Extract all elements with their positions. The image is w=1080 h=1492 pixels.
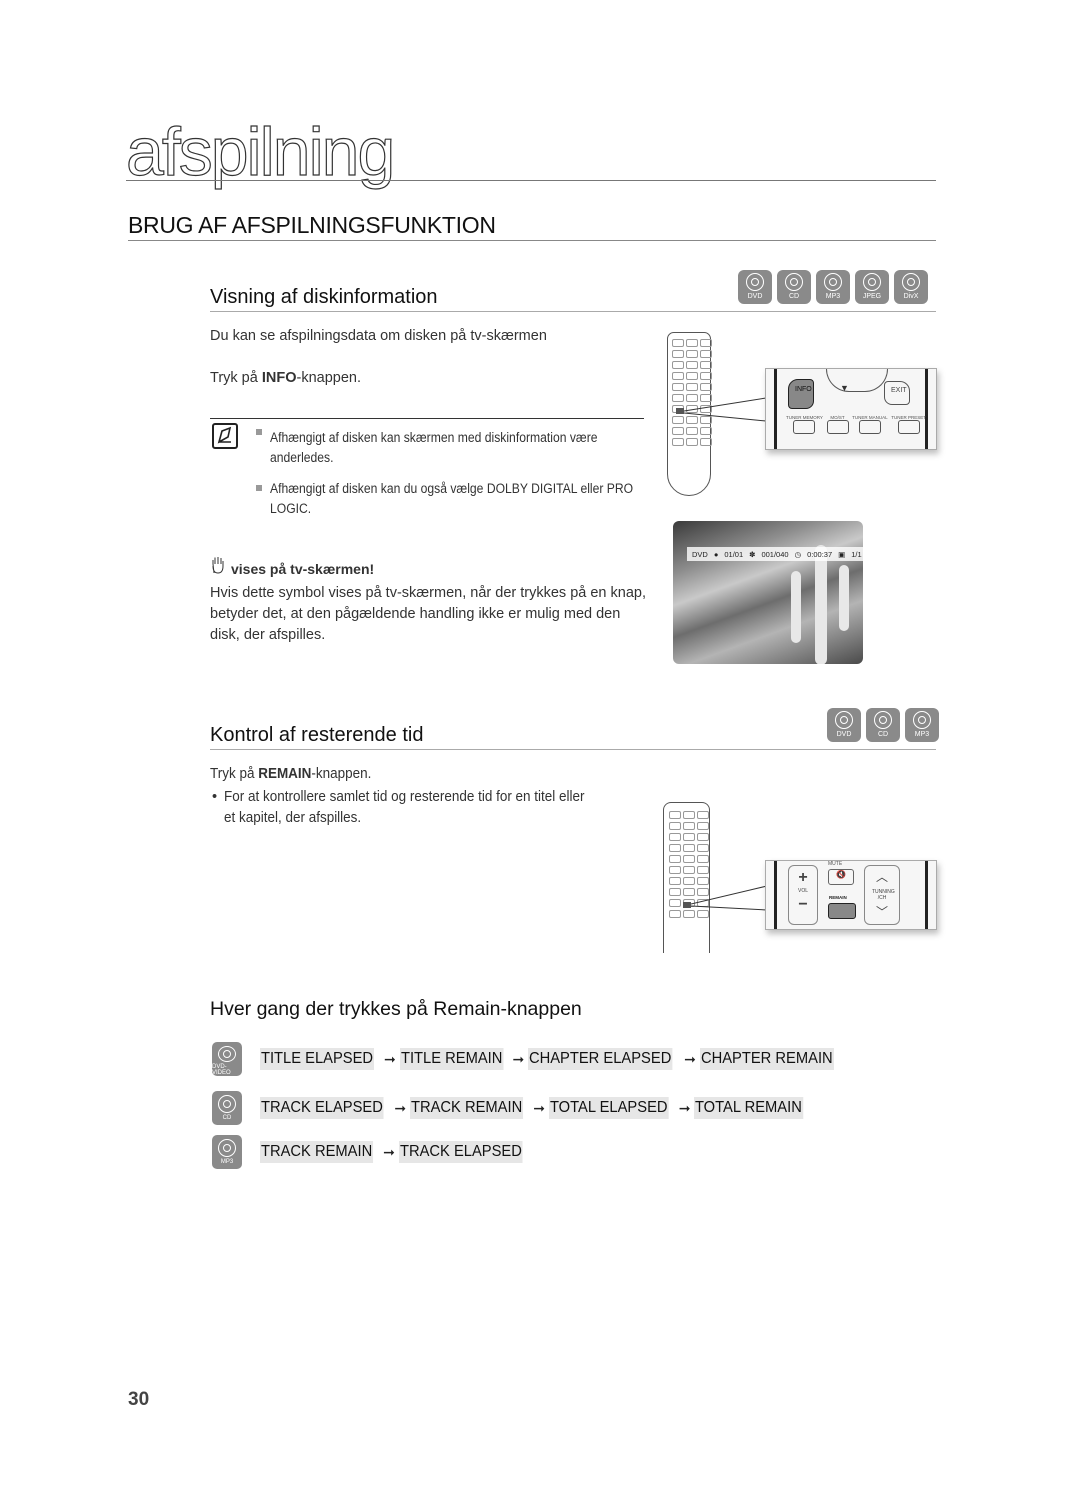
disc-icon-divx: DivX <box>894 270 928 304</box>
note-bullet-1 <box>256 429 262 435</box>
sequence-step: TRACK REMAIN <box>410 1097 524 1119</box>
sequence-step: CHAPTER ELAPSED <box>528 1048 673 1070</box>
cactus-arm-left <box>791 571 801 643</box>
arrow-right-icon: ➞ <box>394 1099 407 1116</box>
osd-info-bar: DVD ●01/01 ✽001/040 ◷0:00:37 ▣1/1 ▶ <box>687 547 863 561</box>
disc-icon-jpeg: JPEG <box>855 270 889 304</box>
chapter-title: afspilning <box>125 114 396 190</box>
remain-instruction: Tryk på REMAIN-knappen. <box>210 766 372 782</box>
disc-info-disc-types: DVD CD MP3 JPEG DivX <box>738 270 928 304</box>
disc-icon-mp3: MP3 <box>212 1135 242 1169</box>
sequence-row-mp3: MP3 TRACK REMAIN ➞ TRACK ELAPSED <box>212 1135 529 1169</box>
osd-angle: 1/1 <box>851 549 862 559</box>
disc-icon-mp3: MP3 <box>905 708 939 742</box>
osd-time: 0:00:37 <box>807 549 833 559</box>
remain-button-zoom: + VOL − MUTE 🔇 REMAIN ︿ TUNNING /CH ﹀ <box>765 860 937 930</box>
volume-rocker: + VOL − <box>788 865 818 925</box>
exit-button: EXIT <box>884 381 910 405</box>
disc-icon-cd: CD <box>212 1091 242 1125</box>
osd-chapter-icon: ✽ <box>749 549 756 559</box>
zoom-callout-lines <box>684 397 766 422</box>
remain-bullet-dot: • <box>212 789 218 805</box>
mute-icon: 🔇 <box>828 869 854 885</box>
hand-icon <box>211 556 225 579</box>
remain-sequence-title: Hver gang der trykkes på Remain-knappen <box>210 998 582 1020</box>
osd-disc: DVD <box>692 549 708 559</box>
cactus-trunk <box>815 545 827 664</box>
sequence-row-dvd: DVD-VIDEO TITLE ELAPSED ➞ TITLE REMAIN ➞… <box>212 1042 841 1076</box>
osd-clock-icon: ◷ <box>794 549 802 559</box>
disc-icon-dvd-video: DVD-VIDEO <box>212 1042 242 1076</box>
remaining-time-title: Kontrol af resterende tid <box>210 724 424 746</box>
note-bullet-2 <box>256 485 262 491</box>
nav-ring <box>826 369 888 392</box>
sequence-step: TRACK ELAPSED <box>398 1141 523 1163</box>
disc-info-instruction: Tryk på INFO-knappen. <box>210 370 361 386</box>
hand-heading: vises på tv-skærmen! <box>231 561 375 577</box>
note-2: Afhængigt af disken kan du også vælge DO… <box>270 481 634 516</box>
sequence-step: TRACK ELAPSED <box>260 1097 384 1119</box>
osd-chapter: 001/040 <box>761 549 789 559</box>
remain-label: REMAIN <box>829 895 847 900</box>
section-title: BRUG AF AFSPILNINGSFUNKTION <box>128 212 496 238</box>
info-button-label: INFO <box>261 370 297 386</box>
disc-info-intro: Du kan se afspilningsdata om disken på t… <box>210 328 547 344</box>
section-divider <box>128 240 936 241</box>
tuner-buttons-row: TUNER MEMORY MO/ST TUNER MANUAL TUNER PR… <box>786 415 926 434</box>
mute-label: MUTE <box>828 861 843 867</box>
remaining-time-disc-types: DVD CD MP3 <box>827 708 939 742</box>
sequence-step: TITLE ELAPSED <box>260 1048 375 1070</box>
info-button-zoom: INFO ▼ EXIT TUNER MEMORY MO/ST TUNER MAN… <box>765 368 937 450</box>
osd-angle-icon: ▣ <box>838 549 846 559</box>
info-button-highlight <box>676 408 684 414</box>
remote-control-illustration-2 <box>663 802 710 953</box>
plus-icon: + <box>798 869 808 886</box>
chapter-divider <box>126 180 936 181</box>
remain-button-label: REMAIN <box>258 766 312 782</box>
chevron-up-icon: ︿ <box>875 870 888 884</box>
tv-screen-image: DVD ●01/01 ✽001/040 ◷0:00:37 ▣1/1 ▶ <box>673 521 863 664</box>
down-arrow-icon: ▼ <box>840 383 849 393</box>
chevron-down-icon: ﹀ <box>875 905 888 919</box>
disc-info-divider <box>210 311 936 312</box>
page-number: 30 <box>128 1389 150 1410</box>
cactus-arm-right <box>839 565 849 631</box>
sequence-row-cd: CD TRACK ELAPSED ➞ TRACK REMAIN ➞ TOTAL … <box>212 1091 809 1125</box>
remaining-time-divider <box>210 749 936 750</box>
note-1: Afhængigt af disken kan skærmen med disk… <box>270 430 598 465</box>
remain-bullet-text: For at kontrollere samlet tid og restere… <box>224 789 585 826</box>
arrow-right-icon: ➞ <box>384 1050 396 1067</box>
hand-text: Hvis dette symbol vises på tv-skærmen, n… <box>210 585 646 643</box>
remain-button-highlight <box>683 902 691 908</box>
disc-icon-cd: CD <box>866 708 900 742</box>
disc-icon-dvd: DVD <box>738 270 772 304</box>
arrow-right-icon: ➞ <box>678 1099 691 1116</box>
arrow-right-icon: ➞ <box>383 1143 395 1160</box>
info-button: INFO <box>788 379 814 409</box>
remain-button <box>828 903 856 919</box>
sequence-step: CHAPTER REMAIN <box>699 1048 834 1070</box>
arrow-right-icon: ➞ <box>533 1099 545 1116</box>
disc-icon-mp3: MP3 <box>816 270 850 304</box>
note-icon <box>212 423 238 449</box>
sequence-step: TOTAL ELAPSED <box>548 1097 669 1119</box>
minus-icon: − <box>798 896 808 913</box>
osd-title-icon: ● <box>713 549 719 559</box>
disc-icon-cd: CD <box>777 270 811 304</box>
osd-title: 01/01 <box>724 549 744 559</box>
sequence-step: TRACK REMAIN <box>260 1141 374 1163</box>
tuning-rocker: ︿ TUNNING /CH ﹀ <box>864 865 900 925</box>
zoom-callout-lines-2 <box>691 885 767 911</box>
sequence-step: TOTAL REMAIN <box>694 1097 804 1119</box>
sequence-step: TITLE REMAIN <box>399 1048 504 1070</box>
disc-info-title: Visning af diskinformation <box>210 286 438 308</box>
disc-icon-dvd: DVD <box>827 708 861 742</box>
arrow-right-icon: ➞ <box>512 1050 525 1067</box>
note-divider <box>210 418 644 419</box>
arrow-right-icon: ➞ <box>684 1050 696 1067</box>
